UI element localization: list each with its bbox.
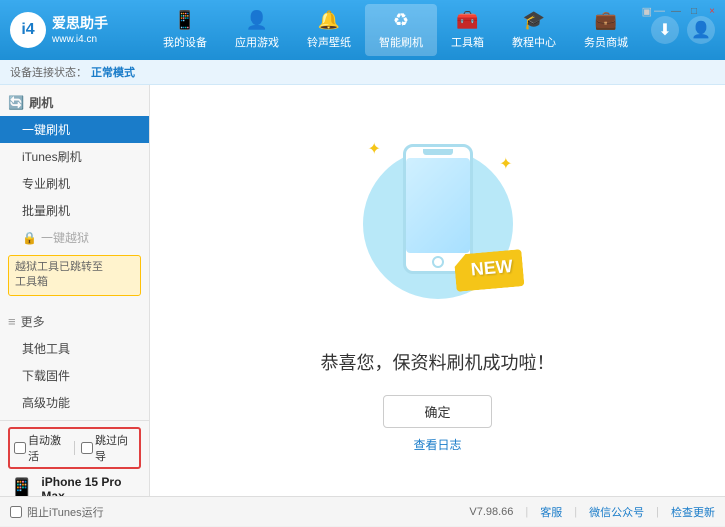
- download-button[interactable]: ⬇: [651, 16, 679, 44]
- auto-controls: 自动激活 跳过向导: [8, 427, 141, 469]
- app-header: i4 爱思助手 www.i4.cn 📱 我的设备 👤 应用游戏 🔔 铃声壁纸 ♻: [0, 0, 725, 60]
- phone-illustration: [403, 144, 473, 274]
- sidebar-item-advanced[interactable]: 高级功能: [0, 389, 149, 416]
- main-nav: 📱 我的设备 👤 应用游戏 🔔 铃声壁纸 ♻ 智能刷机 🧰 工具箱 🎓 教: [140, 4, 651, 56]
- content-area: ✦ ✦ NEW 恭喜您，保资料刷机成功啦！ 确定 查看日志: [150, 85, 725, 496]
- sidebar-item-download-firmware[interactable]: 下载固件: [0, 362, 149, 389]
- minimize-button[interactable]: —: [669, 4, 683, 18]
- version-label: V7.98.66: [469, 506, 513, 518]
- service-icon: 💼: [595, 10, 617, 31]
- logo-icon: i4: [10, 12, 46, 48]
- header-right: ⬇ 👤: [651, 16, 715, 44]
- device-phone-icon: 📱: [8, 477, 35, 496]
- nav-smart-flash[interactable]: ♻ 智能刷机: [365, 4, 437, 56]
- ringtone-icon: 🔔: [318, 10, 340, 31]
- sparkle-icon-1: ✦: [499, 154, 512, 174]
- device-name: iPhone 15 Pro Max: [41, 475, 141, 496]
- phone-top-bar: [423, 149, 453, 155]
- auto-guidance-checkbox[interactable]: 跳过向导: [81, 432, 135, 464]
- footer: 阻止iTunes运行 V7.98.66 | 客服 | 微信公众号 | 检查更新: [0, 496, 725, 526]
- window-controls: ▣— — □ ×: [642, 4, 719, 18]
- itunes-block-checkbox[interactable]: [10, 506, 22, 518]
- more-section: ≡ 更多 其他工具 下载固件 高级功能: [0, 304, 149, 420]
- toolbox-icon: 🧰: [456, 10, 478, 31]
- nav-tutorial[interactable]: 🎓 教程中心: [498, 4, 570, 56]
- sidebar: 🔄 刷机 一键刷机 iTunes刷机 专业刷机 批量刷机 🔒 一键越狱: [0, 85, 150, 496]
- sidebar-item-itunes-flash[interactable]: iTunes刷机: [0, 143, 149, 170]
- auto-guidance-input[interactable]: [81, 442, 93, 454]
- flash-section: 🔄 刷机 一键刷机 iTunes刷机 专业刷机 批量刷机 🔒 一键越狱: [0, 85, 149, 304]
- sidebar-item-batch-flash[interactable]: 批量刷机: [0, 197, 149, 224]
- nav-service[interactable]: 💼 务员商城: [570, 4, 642, 56]
- sidebar-item-pro-flash[interactable]: 专业刷机: [0, 170, 149, 197]
- maximize-button[interactable]: □: [687, 4, 701, 18]
- auto-activate-checkbox[interactable]: 自动激活: [14, 432, 68, 464]
- phone-screen: [406, 158, 470, 253]
- more-icon: ≡: [8, 314, 16, 329]
- flash-section-header: 🔄 刷机: [0, 89, 149, 116]
- user-button[interactable]: 👤: [687, 16, 715, 44]
- tutorial-icon: 🎓: [523, 10, 545, 31]
- device-details: iPhone 15 Pro Max 512GB iPhone: [41, 475, 141, 496]
- confirm-button[interactable]: 确定: [383, 395, 491, 428]
- footer-left: 阻止iTunes运行: [10, 504, 453, 520]
- divider: [74, 441, 75, 455]
- status-bar: 设备连接状态： 正常模式: [0, 60, 725, 85]
- phone-home-btn: [432, 256, 444, 268]
- sidebar-item-one-key-flash[interactable]: 一键刷机: [0, 116, 149, 143]
- footer-right: V7.98.66 | 客服 | 微信公众号 | 检查更新: [469, 504, 715, 520]
- logo-area: i4 爱思助手 www.i4.cn: [10, 12, 140, 48]
- flash-section-icon: 🔄: [8, 95, 24, 111]
- nav-toolbox[interactable]: 🧰 工具箱: [437, 4, 498, 56]
- footer-link-check-update[interactable]: 检查更新: [671, 504, 715, 520]
- nav-ringtone[interactable]: 🔔 铃声壁纸: [293, 4, 365, 56]
- close-button[interactable]: ×: [705, 4, 719, 18]
- device-area: 自动激活 跳过向导 📱 iPhone 15 Pro Max 512GB iPho…: [0, 420, 149, 496]
- footer-link-wechat[interactable]: 微信公众号: [589, 504, 644, 520]
- sidebar-item-other-tools[interactable]: 其他工具: [0, 335, 149, 362]
- my-device-icon: 📱: [174, 10, 196, 31]
- main-layout: 🔄 刷机 一键刷机 iTunes刷机 专业刷机 批量刷机 🔒 一键越狱: [0, 85, 725, 496]
- jailbreak-notice: 越狱工具已跳转至工具箱: [8, 255, 141, 296]
- success-illustration: ✦ ✦ NEW: [348, 129, 528, 329]
- logo-text: 爱思助手 www.i4.cn: [52, 14, 108, 45]
- log-link[interactable]: 查看日志: [413, 436, 461, 453]
- nav-app-games[interactable]: 👤 应用游戏: [221, 4, 293, 56]
- footer-link-support[interactable]: 客服: [540, 504, 562, 520]
- smart-flash-icon: ♻: [393, 10, 409, 31]
- success-message: 恭喜您，保资料刷机成功啦！: [321, 349, 555, 375]
- app-games-icon: 👤: [246, 10, 268, 31]
- nav-my-device[interactable]: 📱 我的设备: [149, 4, 221, 56]
- sidebar-item-jailbreak-disabled: 🔒 一键越狱: [0, 224, 149, 251]
- itunes-block-label: 阻止iTunes运行: [27, 504, 104, 520]
- device-info: 📱 iPhone 15 Pro Max 512GB iPhone: [8, 475, 141, 496]
- lock-icon: 🔒: [22, 231, 37, 245]
- sparkle-icon-2: ✦: [368, 139, 381, 159]
- more-section-header: ≡ 更多: [0, 308, 149, 335]
- auto-activate-input[interactable]: [14, 442, 26, 454]
